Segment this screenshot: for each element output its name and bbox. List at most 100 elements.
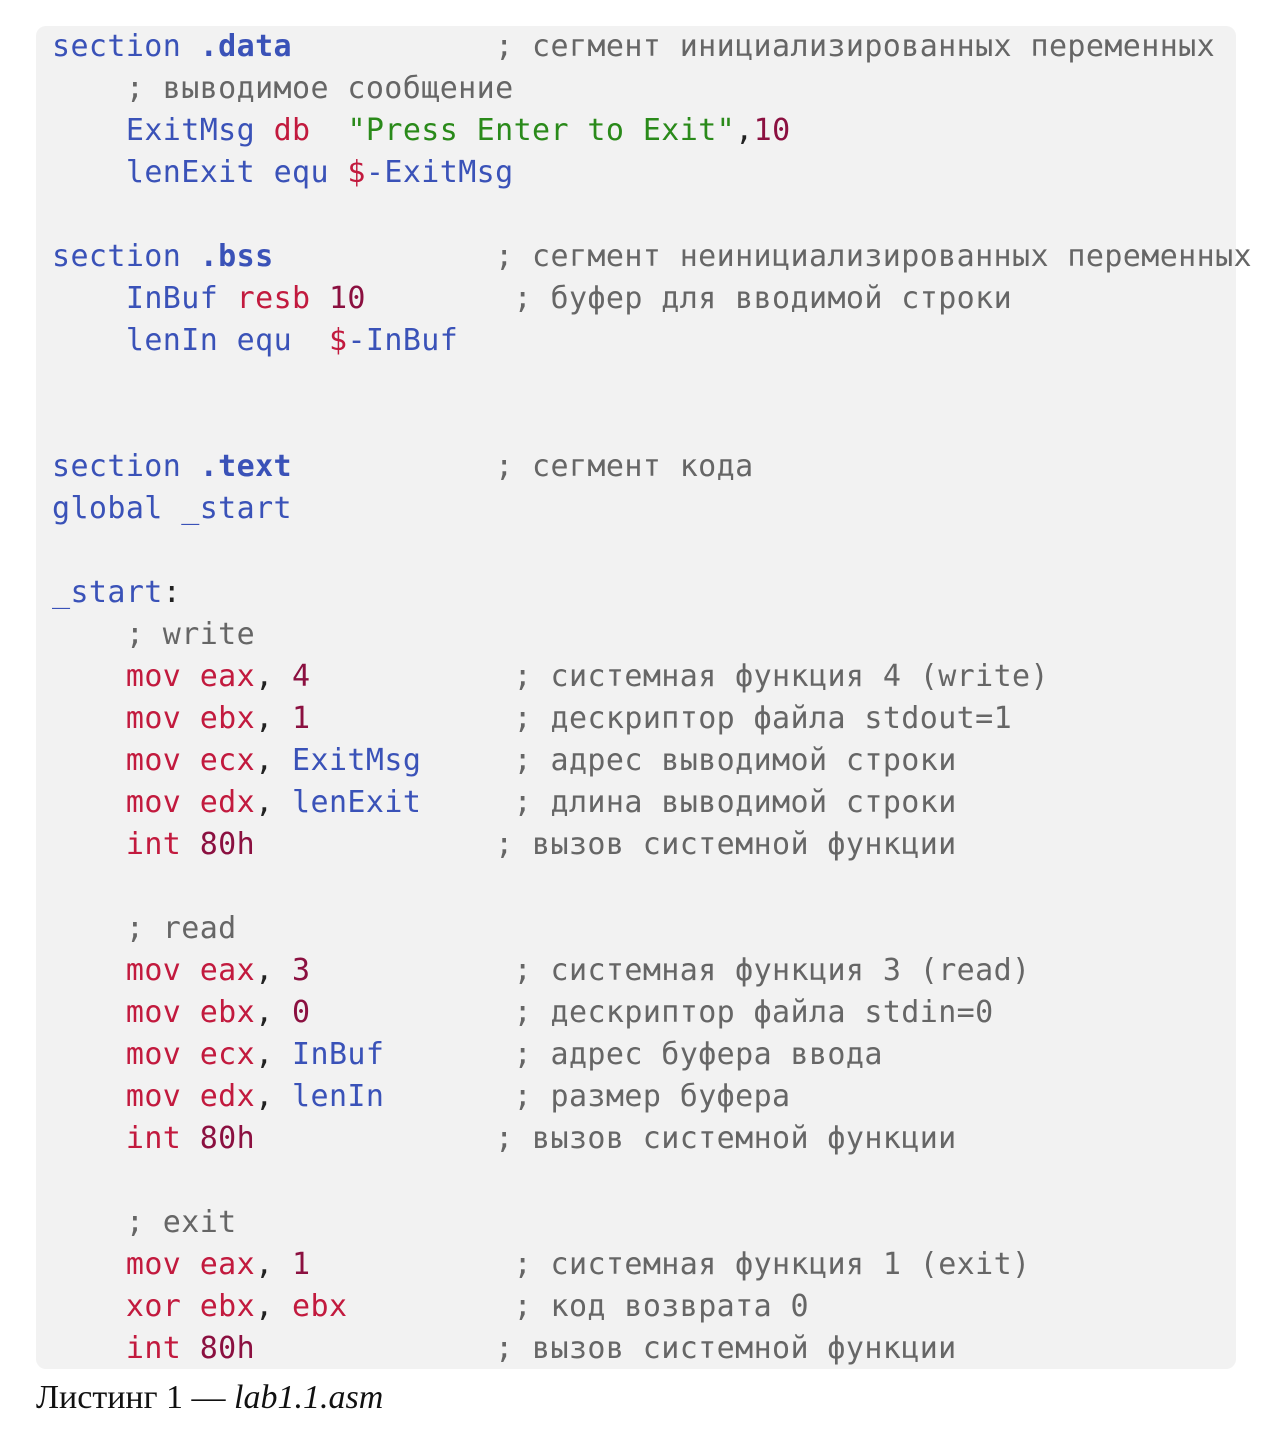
code-token-punct [181,827,199,862]
code-token-punct: , [255,701,293,736]
code-token-ident: InBuf [292,1037,385,1072]
code-line: section .bss ; сегмент неинициализирован… [52,236,1252,278]
code-token-reg: ebx [199,1289,256,1324]
code-token-punct: , [255,743,293,778]
code-token-comment: ; адрес выводимой строки [421,743,957,778]
code-token-num: 80h [199,827,256,862]
code-token-num: 80h [199,1331,256,1366]
code-token-instr: db [273,113,311,148]
code-token-reg: eax [199,953,256,988]
code-line: global _start [52,488,292,530]
code-token-punct [52,701,126,736]
code-token-punct [52,827,126,862]
code-token-ident: equ [273,155,329,190]
code-token-ident: equ [236,323,293,358]
code-token-ident: lenIn [125,323,219,358]
code-token-num: 80h [199,1121,256,1156]
code-token-instr: int [125,1121,182,1156]
code-token-punct [181,743,199,778]
code-token-reg: $ [328,323,348,358]
code-token-num: 3 [292,953,311,988]
code-line: ExitMsg db "Press Enter to Exit",10 [52,110,791,152]
code-line: mov ecx, ExitMsg ; адрес выводимой строк… [52,740,957,782]
code-token-punct [218,323,236,358]
code-token-punct [52,1121,126,1156]
code-token-reg: ebx [292,1289,348,1324]
code-line: InBuf resb 10 ; буфер для вводимой строк… [52,278,1012,320]
code-token-punct [181,701,199,736]
code-token-instr: resb [236,281,311,316]
code-token-directive: global _start [52,491,292,526]
code-token-comment: ; адрес буфера ввода [384,1037,883,1072]
code-token-str: "Press Enter to Exit" [347,113,736,148]
code-token-punct [52,1247,126,1282]
code-token-punct: : [162,575,182,610]
code-token-comment: ; код возврата 0 [347,1289,809,1324]
code-token-ident: ExitMsg [292,743,422,778]
code-token-punct: , [255,659,293,694]
code-token-punct [52,1037,126,1072]
code-token-num: 4 [292,659,311,694]
code-token-instr: mov [125,953,182,988]
code-token-comment: ; выводимое сообщение [52,71,514,106]
code-token-punct [52,743,126,778]
code-line: int 80h ; вызов системной функции [52,1118,957,1160]
code-token-reg: edx [199,785,256,820]
code-token-punct [292,323,329,358]
code-token-punct [52,113,126,148]
code-token-num: 10 [753,113,791,148]
code-token-punct [52,281,126,316]
code-token-instr: mov [125,1247,182,1282]
code-token-instr: mov [125,701,182,736]
code-token-directive: section [52,449,200,484]
code-token-reg: eax [199,1247,256,1282]
code-token-ident: lenIn [292,1079,385,1114]
code-token-comment: ; сегмент инициализированных переменных [292,29,1216,64]
code-token-instr: int [125,1331,182,1366]
code-token-punct [181,1331,199,1366]
code-token-ident: lenExit [292,785,422,820]
code-token-reg: ebx [199,701,256,736]
code-token-punct [311,113,348,148]
code-token-num: 1 [292,701,311,736]
code-token-ident: ExitMsg [125,113,256,148]
code-token-comment: ; системная функция 3 (read) [310,953,1031,988]
code-token-punct [255,113,273,148]
code-token-comment: ; exit [52,1205,237,1240]
code-line: int 80h ; вызов системной функции [52,1328,957,1370]
code-token-reg: ecx [199,1037,256,1072]
code-token-num: 0 [292,995,311,1030]
code-token-num: 1 [292,1247,311,1282]
code-token-punct [181,1079,199,1114]
code-token-punct [52,155,126,190]
code-line: int 80h ; вызов системной функции [52,824,957,866]
code-token-ident: InBuf [125,281,219,316]
code-line: section .data ; сегмент инициализированн… [52,26,1215,68]
code-token-comment: ; вызов системной функции [255,827,957,862]
code-token-punct [52,1289,126,1324]
code-token-punct [181,995,199,1030]
code-token-punct [255,155,273,190]
code-token-reg: $ [347,155,366,190]
code-token-punct [52,953,126,988]
code-token-punct: , [255,785,293,820]
code-line: lenIn equ $-InBuf [52,320,458,362]
code-token-punct [52,785,126,820]
code-listing: section .data ; сегмент инициализированн… [36,26,1252,1370]
code-line: ; read [52,908,237,950]
code-line: ; write [52,614,255,656]
code-token-punct: , [255,995,293,1030]
code-token-instr: mov [125,1037,182,1072]
code-token-comment: ; вызов системной функции [255,1331,957,1366]
code-token-punct [181,659,199,694]
code-token-punct [52,1079,126,1114]
code-token-punct [329,155,347,190]
code-token-punct [181,1121,199,1156]
code-line: mov ebx, 0 ; дескриптор файла stdin=0 [52,992,994,1034]
caption-prefix: Листинг 1 — [36,1379,235,1416]
code-token-comment: ; read [52,911,237,946]
code-token-instr: mov [125,995,182,1030]
code-token-comment: ; сегмент неинициализированных переменны… [273,239,1253,274]
code-token-punct [181,953,199,988]
code-token-reg: edx [199,1079,256,1114]
